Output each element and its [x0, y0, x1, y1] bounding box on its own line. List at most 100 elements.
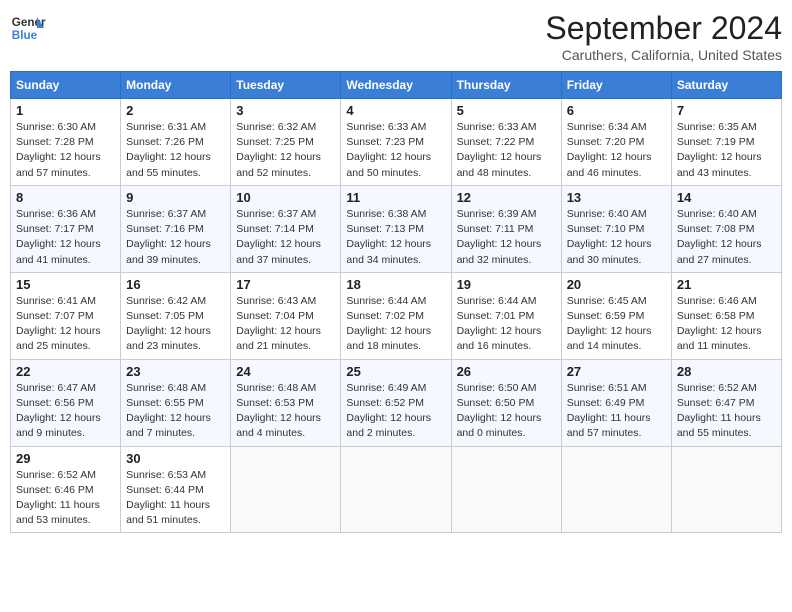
calendar-day-cell: 26 Sunrise: 6:50 AM Sunset: 6:50 PM Dayli…	[451, 359, 561, 446]
day-number: 26	[457, 364, 556, 379]
day-info: Sunrise: 6:50 AM Sunset: 6:50 PM Dayligh…	[457, 381, 556, 442]
day-info: Sunrise: 6:35 AM Sunset: 7:19 PM Dayligh…	[677, 120, 776, 181]
day-info: Sunrise: 6:31 AM Sunset: 7:26 PM Dayligh…	[126, 120, 225, 181]
day-info: Sunrise: 6:46 AM Sunset: 6:58 PM Dayligh…	[677, 294, 776, 355]
day-number: 4	[346, 103, 445, 118]
calendar-day-cell: 30 Sunrise: 6:53 AM Sunset: 6:44 PM Dayli…	[121, 446, 231, 533]
calendar-day-cell: 12 Sunrise: 6:39 AM Sunset: 7:11 PM Dayli…	[451, 185, 561, 272]
calendar-day-cell: 28Sunrise: 6:52 AM Sunset: 6:47 PM Dayli…	[671, 359, 781, 446]
day-number: 25	[346, 364, 445, 379]
day-info: Sunrise: 6:32 AM Sunset: 7:25 PM Dayligh…	[236, 120, 335, 181]
day-info: Sunrise: 6:43 AM Sunset: 7:04 PM Dayligh…	[236, 294, 335, 355]
svg-text:Blue: Blue	[12, 29, 38, 42]
day-info: Sunrise: 6:53 AM Sunset: 6:44 PM Dayligh…	[126, 468, 225, 529]
calendar-day-cell: 5 Sunrise: 6:33 AM Sunset: 7:22 PM Daylig…	[451, 99, 561, 186]
calendar-day-cell: 14 Sunrise: 6:40 AM Sunset: 7:08 PM Dayli…	[671, 185, 781, 272]
calendar-day-cell: 23Sunrise: 6:48 AM Sunset: 6:55 PM Dayli…	[121, 359, 231, 446]
title-block: September 2024 Caruthers, California, Un…	[545, 10, 782, 63]
calendar-week-row: 22Sunrise: 6:47 AM Sunset: 6:56 PM Dayli…	[11, 359, 782, 446]
day-number: 10	[236, 190, 335, 205]
calendar-week-row: 15 Sunrise: 6:41 AM Sunset: 7:07 PM Dayli…	[11, 272, 782, 359]
day-number: 12	[457, 190, 556, 205]
day-number: 17	[236, 277, 335, 292]
weekday-header-cell: Tuesday	[231, 72, 341, 99]
day-number: 29	[16, 451, 115, 466]
location-title: Caruthers, California, United States	[545, 47, 782, 63]
day-info: Sunrise: 6:47 AM Sunset: 6:56 PM Dayligh…	[16, 381, 115, 442]
day-info: Sunrise: 6:37 AM Sunset: 7:16 PM Dayligh…	[126, 207, 225, 268]
day-number: 16	[126, 277, 225, 292]
calendar-day-cell: 8Sunrise: 6:36 AM Sunset: 7:17 PM Daylig…	[11, 185, 121, 272]
day-info: Sunrise: 6:44 AM Sunset: 7:01 PM Dayligh…	[457, 294, 556, 355]
day-info: Sunrise: 6:45 AM Sunset: 6:59 PM Dayligh…	[567, 294, 666, 355]
calendar-week-row: 29Sunrise: 6:52 AM Sunset: 6:46 PM Dayli…	[11, 446, 782, 533]
day-info: Sunrise: 6:34 AM Sunset: 7:20 PM Dayligh…	[567, 120, 666, 181]
day-number: 20	[567, 277, 666, 292]
day-number: 1	[16, 103, 115, 118]
day-info: Sunrise: 6:39 AM Sunset: 7:11 PM Dayligh…	[457, 207, 556, 268]
day-number: 27	[567, 364, 666, 379]
day-info: Sunrise: 6:40 AM Sunset: 7:10 PM Dayligh…	[567, 207, 666, 268]
calendar-day-cell: 18Sunrise: 6:44 AM Sunset: 7:02 PM Dayli…	[341, 272, 451, 359]
day-number: 2	[126, 103, 225, 118]
page-header: General Blue September 2024 Caruthers, C…	[10, 10, 782, 63]
calendar-day-cell	[231, 446, 341, 533]
day-number: 19	[457, 277, 556, 292]
day-number: 15	[16, 277, 115, 292]
calendar-table: SundayMondayTuesdayWednesdayThursdayFrid…	[10, 71, 782, 533]
day-info: Sunrise: 6:51 AM Sunset: 6:49 PM Dayligh…	[567, 381, 666, 442]
day-info: Sunrise: 6:48 AM Sunset: 6:53 PM Dayligh…	[236, 381, 335, 442]
day-number: 13	[567, 190, 666, 205]
day-info: Sunrise: 6:33 AM Sunset: 7:22 PM Dayligh…	[457, 120, 556, 181]
day-number: 21	[677, 277, 776, 292]
weekday-header-cell: Monday	[121, 72, 231, 99]
weekday-header-row: SundayMondayTuesdayWednesdayThursdayFrid…	[11, 72, 782, 99]
weekday-header-cell: Wednesday	[341, 72, 451, 99]
calendar-week-row: 8Sunrise: 6:36 AM Sunset: 7:17 PM Daylig…	[11, 185, 782, 272]
calendar-day-cell: 7Sunrise: 6:35 AM Sunset: 7:19 PM Daylig…	[671, 99, 781, 186]
calendar-day-cell: 21 Sunrise: 6:46 AM Sunset: 6:58 PM Dayli…	[671, 272, 781, 359]
day-number: 30	[126, 451, 225, 466]
day-number: 24	[236, 364, 335, 379]
day-info: Sunrise: 6:52 AM Sunset: 6:47 PM Dayligh…	[677, 381, 776, 442]
day-number: 6	[567, 103, 666, 118]
month-title: September 2024	[545, 10, 782, 47]
day-info: Sunrise: 6:38 AM Sunset: 7:13 PM Dayligh…	[346, 207, 445, 268]
calendar-day-cell: 9 Sunrise: 6:37 AM Sunset: 7:16 PM Daylig…	[121, 185, 231, 272]
day-number: 3	[236, 103, 335, 118]
calendar-day-cell: 24 Sunrise: 6:48 AM Sunset: 6:53 PM Dayli…	[231, 359, 341, 446]
calendar-day-cell: 13 Sunrise: 6:40 AM Sunset: 7:10 PM Dayli…	[561, 185, 671, 272]
calendar-day-cell: 11 Sunrise: 6:38 AM Sunset: 7:13 PM Dayli…	[341, 185, 451, 272]
calendar-day-cell	[341, 446, 451, 533]
day-info: Sunrise: 6:42 AM Sunset: 7:05 PM Dayligh…	[126, 294, 225, 355]
calendar-day-cell: 29Sunrise: 6:52 AM Sunset: 6:46 PM Dayli…	[11, 446, 121, 533]
day-info: Sunrise: 6:37 AM Sunset: 7:14 PM Dayligh…	[236, 207, 335, 268]
day-info: Sunrise: 6:30 AM Sunset: 7:28 PM Dayligh…	[16, 120, 115, 181]
day-number: 14	[677, 190, 776, 205]
day-info: Sunrise: 6:41 AM Sunset: 7:07 PM Dayligh…	[16, 294, 115, 355]
day-info: Sunrise: 6:44 AM Sunset: 7:02 PM Dayligh…	[346, 294, 445, 355]
calendar-day-cell: 15 Sunrise: 6:41 AM Sunset: 7:07 PM Dayli…	[11, 272, 121, 359]
calendar-day-cell: 10 Sunrise: 6:37 AM Sunset: 7:14 PM Dayli…	[231, 185, 341, 272]
calendar-day-cell: 17 Sunrise: 6:43 AM Sunset: 7:04 PM Dayli…	[231, 272, 341, 359]
day-info: Sunrise: 6:49 AM Sunset: 6:52 PM Dayligh…	[346, 381, 445, 442]
calendar-day-cell	[671, 446, 781, 533]
calendar-day-cell: 25 Sunrise: 6:49 AM Sunset: 6:52 PM Dayli…	[341, 359, 451, 446]
day-number: 5	[457, 103, 556, 118]
day-number: 9	[126, 190, 225, 205]
weekday-header-cell: Sunday	[11, 72, 121, 99]
calendar-body: 1 Sunrise: 6:30 AM Sunset: 7:28 PM Daylig…	[11, 99, 782, 533]
calendar-day-cell: 20 Sunrise: 6:45 AM Sunset: 6:59 PM Dayli…	[561, 272, 671, 359]
calendar-day-cell	[561, 446, 671, 533]
logo-icon: General Blue	[10, 10, 46, 46]
calendar-day-cell: 4Sunrise: 6:33 AM Sunset: 7:23 PM Daylig…	[341, 99, 451, 186]
weekday-header-cell: Friday	[561, 72, 671, 99]
calendar-week-row: 1 Sunrise: 6:30 AM Sunset: 7:28 PM Daylig…	[11, 99, 782, 186]
day-info: Sunrise: 6:40 AM Sunset: 7:08 PM Dayligh…	[677, 207, 776, 268]
day-info: Sunrise: 6:36 AM Sunset: 7:17 PM Dayligh…	[16, 207, 115, 268]
calendar-day-cell: 3 Sunrise: 6:32 AM Sunset: 7:25 PM Daylig…	[231, 99, 341, 186]
calendar-day-cell: 1 Sunrise: 6:30 AM Sunset: 7:28 PM Daylig…	[11, 99, 121, 186]
day-number: 11	[346, 190, 445, 205]
calendar-day-cell: 22Sunrise: 6:47 AM Sunset: 6:56 PM Dayli…	[11, 359, 121, 446]
calendar-day-cell: 27 Sunrise: 6:51 AM Sunset: 6:49 PM Dayli…	[561, 359, 671, 446]
